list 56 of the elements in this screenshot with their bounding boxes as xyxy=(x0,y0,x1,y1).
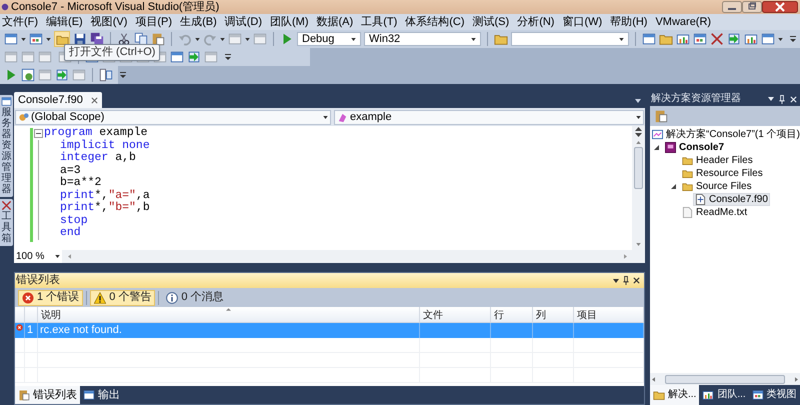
configuration-dropdown[interactable]: Debug xyxy=(297,32,361,46)
tooltip: 打开文件 (Ctrl+O) xyxy=(64,44,160,61)
window-title: Console7 - Microsoft Visual Studio(管理员) xyxy=(11,2,220,12)
code-line: end xyxy=(59,227,81,240)
scope-dropdown[interactable]: (Global Scope) xyxy=(15,110,331,124)
zoom-dropdown[interactable]: 100 % xyxy=(14,250,62,263)
member-dropdown[interactable]: example xyxy=(334,110,644,124)
menu-item[interactable]: 测试(S) xyxy=(472,16,510,28)
panel-title: 错误列表 xyxy=(16,275,61,286)
column-header[interactable]: 说明 xyxy=(41,311,61,321)
tree-item[interactable]: Source Files xyxy=(680,180,754,193)
menu-item[interactable]: 生成(B) xyxy=(179,16,218,28)
filter-button[interactable]: 0 个消息 xyxy=(162,290,228,306)
menu-item[interactable]: 体系结构(C) xyxy=(404,16,466,28)
menu-item[interactable]: 视图(V) xyxy=(90,16,128,28)
column-header[interactable]: 项目 xyxy=(577,311,597,321)
panel-tab[interactable]: 输出 xyxy=(80,386,123,404)
menu-item[interactable]: 团队(M) xyxy=(269,16,310,28)
code-line: integer a,b xyxy=(59,152,136,164)
side-tab[interactable]: 服务器资源管理器 xyxy=(0,95,13,197)
menu-item[interactable]: 分析(N) xyxy=(516,16,556,28)
menu-item[interactable]: 窗口(W) xyxy=(561,16,604,28)
code-line: print*,"a=",a xyxy=(59,190,150,202)
column-header[interactable]: 列 xyxy=(536,311,546,321)
side-tab[interactable]: 工具箱 xyxy=(0,199,13,246)
panel-title: 解决方案资源管理器 xyxy=(651,94,742,104)
tree-item[interactable]: ReadMe.txt xyxy=(680,206,750,219)
code-line: print*,"b=",b xyxy=(59,202,150,214)
menu-item[interactable]: VMware(R) xyxy=(654,16,712,28)
filter-button[interactable]: 1 个错误 xyxy=(18,290,84,306)
panel-tab[interactable]: 错误列表 xyxy=(15,386,80,404)
menu-item[interactable]: 文件(F) xyxy=(1,16,40,28)
editor-tab[interactable]: Console7.f90 xyxy=(14,92,102,108)
menu-item[interactable]: 调试(D) xyxy=(224,16,264,28)
code-line: implicit none xyxy=(59,140,150,152)
tree-item[interactable]: Header Files xyxy=(680,154,755,167)
column-header[interactable]: 行 xyxy=(494,311,504,321)
tree-item[interactable]: 解决方案“Console7”(1 个项目) xyxy=(650,128,800,141)
menu-item[interactable]: 数据(A) xyxy=(316,16,354,28)
platform-dropdown[interactable]: Win32 xyxy=(364,32,481,46)
menu-item[interactable]: 帮助(H) xyxy=(609,16,648,28)
menu-item[interactable]: 项目(P) xyxy=(134,16,174,28)
tree-item[interactable]: Console7 xyxy=(663,141,726,154)
filter-button[interactable]: 0 个警告 xyxy=(90,290,156,306)
panel-tab[interactable]: 类视图 xyxy=(748,385,800,405)
column-header[interactable]: 文件 xyxy=(423,311,443,321)
panel-tab[interactable]: 解决... xyxy=(650,385,700,405)
code-line: a=3 xyxy=(59,164,81,176)
panel-tab[interactable]: 团队... xyxy=(699,385,749,405)
menu-item[interactable]: 工具(T) xyxy=(360,16,398,28)
menu-item[interactable]: 编辑(E) xyxy=(45,16,84,28)
code-line: program example xyxy=(44,127,148,140)
tree-item[interactable]: Console7.f90 xyxy=(693,193,770,206)
tree-item[interactable]: Resource Files xyxy=(680,167,765,180)
code-line: stop xyxy=(59,214,88,226)
code-line: b=a**2 xyxy=(59,177,102,190)
